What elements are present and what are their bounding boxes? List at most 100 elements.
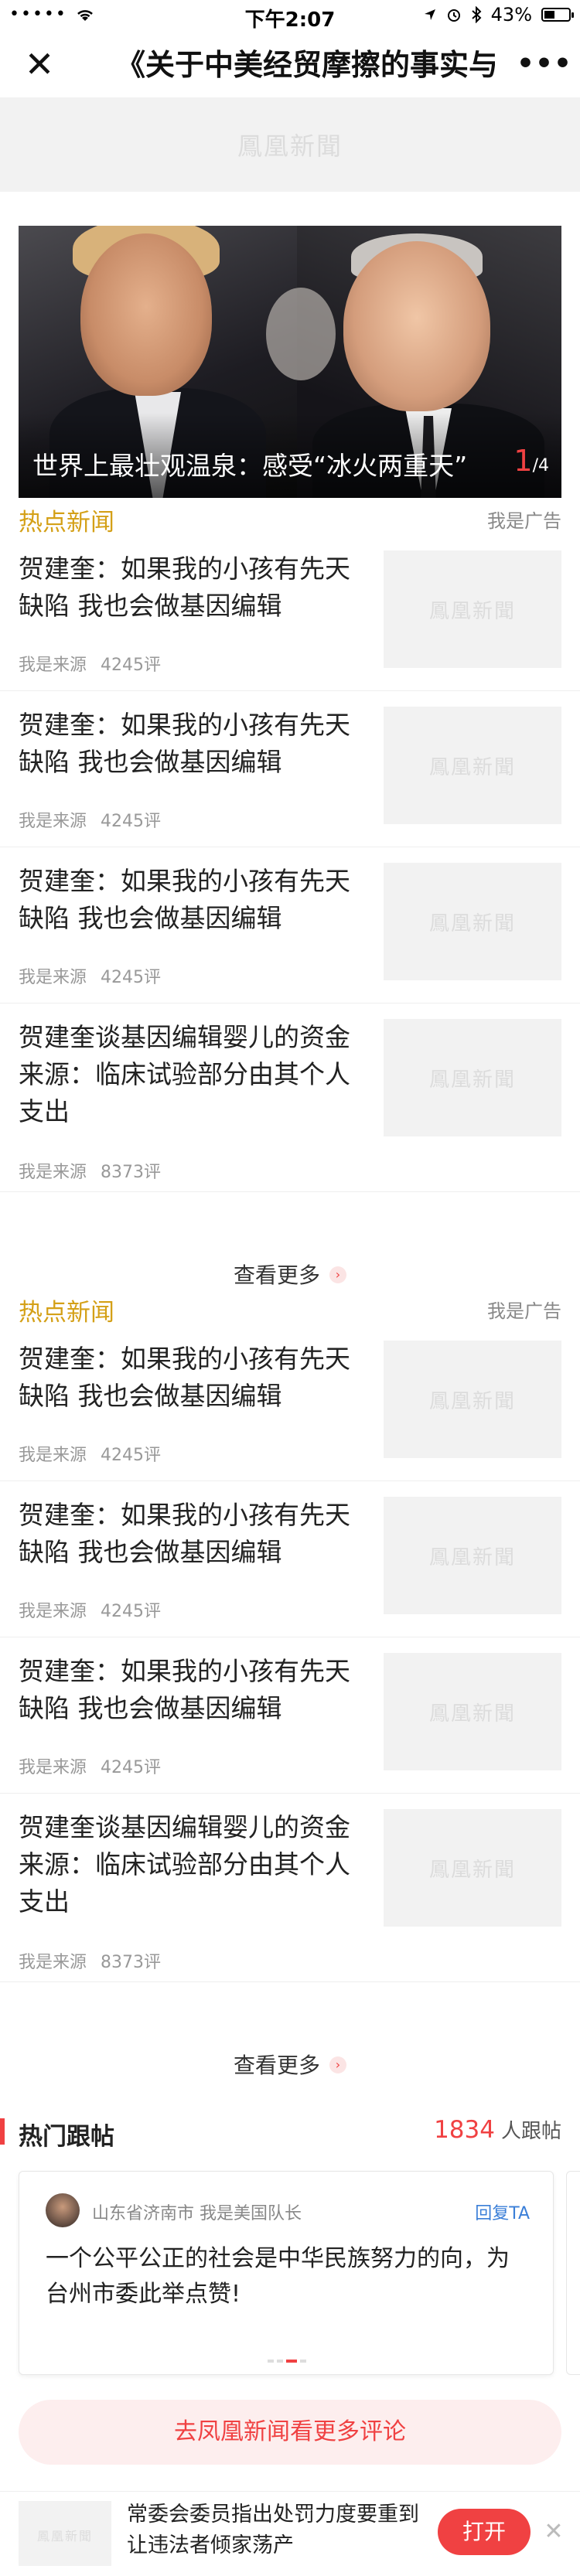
news-title: 贺建奎：如果我的小孩有先天缺陷 我也会做基因编辑 xyxy=(19,554,350,621)
news-item[interactable]: 贺建奎谈基因编辑婴儿的资金来源：临床试验部分由其个人支出 我是来源 8373评 鳳… xyxy=(0,1003,580,1192)
hero-photo-face-right xyxy=(343,241,490,411)
news-title: 贺建奎谈基因编辑婴儿的资金来源：临床试验部分由其个人支出 xyxy=(19,1812,350,1917)
news-item[interactable]: 贺建奎：如果我的小孩有先天缺陷 我也会做基因编辑 我是来源 4245评 鳳凰新聞 xyxy=(0,847,580,1003)
placeholder-logo: 鳳凰新聞 xyxy=(428,756,516,779)
hero-current-page: 1 xyxy=(513,444,533,478)
nav-bar: ✕ 《关于中美经贸摩擦的事实与 ••• xyxy=(0,31,580,97)
section-header: 热点新闻 我是广告 xyxy=(0,1285,580,1331)
status-right: 43% xyxy=(423,4,574,26)
news-meta: 我是来源 4245评 xyxy=(19,1597,161,1622)
carousel-dot xyxy=(300,2359,306,2363)
news-title: 贺建奎谈基因编辑婴儿的资金来源：临床试验部分由其个人支出 xyxy=(19,1022,350,1126)
news-title: 贺建奎：如果我的小孩有先天缺陷 我也会做基因编辑 xyxy=(19,866,350,933)
news-source: 我是来源 xyxy=(19,1758,87,1777)
placeholder-logo: 鳳凰新聞 xyxy=(428,1068,516,1092)
ad-tag: 我是广告 xyxy=(487,1300,561,1322)
comment-count-suffix: 人跟帖 xyxy=(500,2120,561,2143)
hero-page-counter: 1/4 xyxy=(513,444,549,478)
placeholder-logo: 鳳凰新聞 xyxy=(237,131,343,161)
news-thumbnail: 鳳凰新聞 xyxy=(384,863,561,980)
battery-level xyxy=(544,11,554,19)
status-bar: ••••• 下午2:07 43% xyxy=(0,0,580,32)
close-icon[interactable]: ✕ xyxy=(20,45,59,83)
news-list: 贺建奎：如果我的小孩有先天缺陷 我也会做基因编辑 我是来源 4245评 鳳凰新聞 … xyxy=(0,535,580,1192)
news-comment-count: 4245评 xyxy=(101,968,162,987)
see-more-label: 查看更多 xyxy=(233,2053,320,2078)
news-meta: 我是来源 4245评 xyxy=(19,963,161,988)
hot-comments-header: 热门跟帖 1834 人跟帖 xyxy=(0,2109,580,2155)
carousel-dot xyxy=(268,2359,274,2363)
news-thumbnail: 鳳凰新聞 xyxy=(384,1653,561,1770)
hero-total-pages: 4 xyxy=(538,456,549,475)
news-title: 贺建奎：如果我的小孩有先天缺陷 我也会做基因编辑 xyxy=(19,1500,350,1567)
promo-headline[interactable]: 常委会委员指出处罚力度要重到让违法者倾家荡产 xyxy=(127,2499,421,2561)
news-source: 我是来源 xyxy=(19,656,87,675)
news-source: 我是来源 xyxy=(19,968,87,987)
comment-text: 一个公平公正的社会是中华民族努力的向，为台州市委此举点赞! xyxy=(46,2245,510,2308)
news-title: 贺建奎：如果我的小孩有先天缺陷 我也会做基因编辑 xyxy=(19,710,350,777)
bluetooth-icon xyxy=(471,6,482,23)
comment-author: 山东省济南市 我是美国队长 xyxy=(92,2204,302,2223)
news-comment-count: 4245评 xyxy=(101,1446,162,1465)
news-item[interactable]: 贺建奎：如果我的小孩有先天缺陷 我也会做基因编辑 我是来源 4245评 鳳凰新聞 xyxy=(0,1637,580,1794)
placeholder-logo: 鳳凰新聞 xyxy=(428,1546,516,1569)
chevron-right-icon: › xyxy=(329,2056,346,2073)
news-thumbnail: 鳳凰新聞 xyxy=(384,1019,561,1136)
news-source: 我是来源 xyxy=(19,1163,87,1182)
news-source: 我是来源 xyxy=(19,1953,87,1972)
news-list: 贺建奎：如果我的小孩有先天缺陷 我也会做基因编辑 我是来源 4245评 鳳凰新聞 … xyxy=(0,1325,580,1982)
placeholder-logo: 鳳凰新聞 xyxy=(428,1390,516,1413)
news-source: 我是来源 xyxy=(19,1446,87,1465)
news-comment-count: 4245评 xyxy=(101,1602,162,1621)
accent-bar xyxy=(0,2118,5,2145)
news-comment-count: 4245评 xyxy=(101,812,162,831)
news-item[interactable]: 贺建奎：如果我的小孩有先天缺陷 我也会做基因编辑 我是来源 4245评 鳳凰新聞 xyxy=(0,691,580,847)
news-thumbnail: 鳳凰新聞 xyxy=(384,550,561,668)
more-options-icon[interactable]: ••• xyxy=(517,45,571,83)
news-item[interactable]: 贺建奎：如果我的小孩有先天缺陷 我也会做基因编辑 我是来源 4245评 鳳凰新聞 xyxy=(0,1481,580,1637)
news-title: 贺建奎：如果我的小孩有先天缺陷 我也会做基因编辑 xyxy=(19,1344,350,1411)
close-icon[interactable]: ✕ xyxy=(538,2516,569,2547)
news-source: 我是来源 xyxy=(19,812,87,831)
news-thumbnail: 鳳凰新聞 xyxy=(384,707,561,824)
placeholder-logo: 鳳凰新聞 xyxy=(428,912,516,935)
open-app-button[interactable]: 打开 xyxy=(438,2509,531,2555)
news-meta: 我是来源 4245评 xyxy=(19,807,161,832)
news-item[interactable]: 贺建奎：如果我的小孩有先天缺陷 我也会做基因编辑 我是来源 4245评 鳳凰新聞 xyxy=(0,1325,580,1481)
placeholder-logo: 鳳凰新聞 xyxy=(428,1702,516,1726)
news-comment-count: 4245评 xyxy=(101,656,162,675)
carousel-dot xyxy=(277,2359,283,2363)
carousel-indicator xyxy=(19,2353,554,2367)
see-more-button[interactable]: 查看更多 › xyxy=(0,2039,580,2093)
section-header: 热点新闻 我是广告 xyxy=(0,495,580,541)
placeholder-logo: 鳳凰新聞 xyxy=(36,2529,93,2544)
reply-button[interactable]: 回复TA xyxy=(475,2199,530,2224)
news-item[interactable]: 贺建奎：如果我的小孩有先天缺陷 我也会做基因编辑 我是来源 4245评 鳳凰新聞 xyxy=(0,535,580,691)
promo-thumbnail[interactable]: 鳳凰新聞 xyxy=(19,2501,111,2566)
battery-icon xyxy=(541,8,574,22)
news-source: 我是来源 xyxy=(19,1602,87,1621)
news-comment-count: 4245评 xyxy=(101,1758,162,1777)
location-icon xyxy=(424,9,435,20)
news-comment-count: 8373评 xyxy=(101,1953,162,1972)
more-comments-button[interactable]: 去凤凰新闻看更多评论 xyxy=(19,2400,561,2465)
news-title: 贺建奎：如果我的小孩有先天缺陷 我也会做基因编辑 xyxy=(19,1656,350,1723)
news-item[interactable]: 贺建奎谈基因编辑婴儿的资金来源：临床试验部分由其个人支出 我是来源 8373评 鳳… xyxy=(0,1794,580,1982)
comment-card-next[interactable] xyxy=(566,2171,580,2375)
hero-slider[interactable]: 世界上最壮观温泉：感受“冰火两重天” 1/4 xyxy=(19,226,561,498)
news-thumbnail: 鳳凰新聞 xyxy=(384,1809,561,1927)
section-title: 热点新闻 xyxy=(19,509,114,537)
news-thumbnail: 鳳凰新聞 xyxy=(384,1497,561,1614)
news-meta: 我是来源 4245评 xyxy=(19,1753,161,1778)
hero-page-separator: / xyxy=(532,456,538,475)
news-thumbnail: 鳳凰新聞 xyxy=(384,1341,561,1458)
comment-card[interactable]: 山东省济南市 我是美国队长 回复TA 一个公平公正的社会是中华民族努力的向，为台… xyxy=(19,2171,554,2375)
ad-tag: 我是广告 xyxy=(487,510,561,532)
ad-banner[interactable]: 鳳凰新聞 xyxy=(0,97,580,192)
placeholder-logo: 鳳凰新聞 xyxy=(428,1859,516,1882)
news-meta: 我是来源 8373评 xyxy=(19,1158,161,1183)
placeholder-logo: 鳳凰新聞 xyxy=(428,600,516,623)
section-title: 热点新闻 xyxy=(19,1299,114,1327)
comment-count-number: 1834 xyxy=(434,2116,495,2144)
comment-count[interactable]: 1834 人跟帖 xyxy=(434,2115,561,2144)
